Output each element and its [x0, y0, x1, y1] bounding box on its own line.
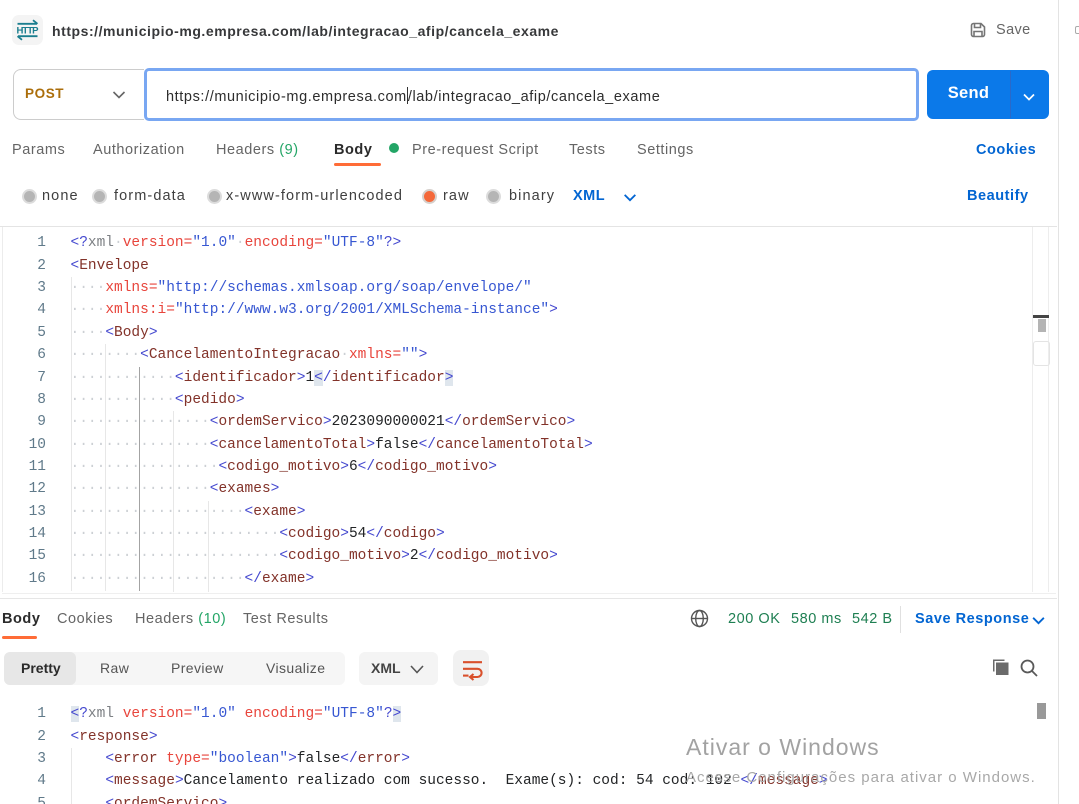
svg-text:HTTP: HTTP — [17, 25, 40, 36]
